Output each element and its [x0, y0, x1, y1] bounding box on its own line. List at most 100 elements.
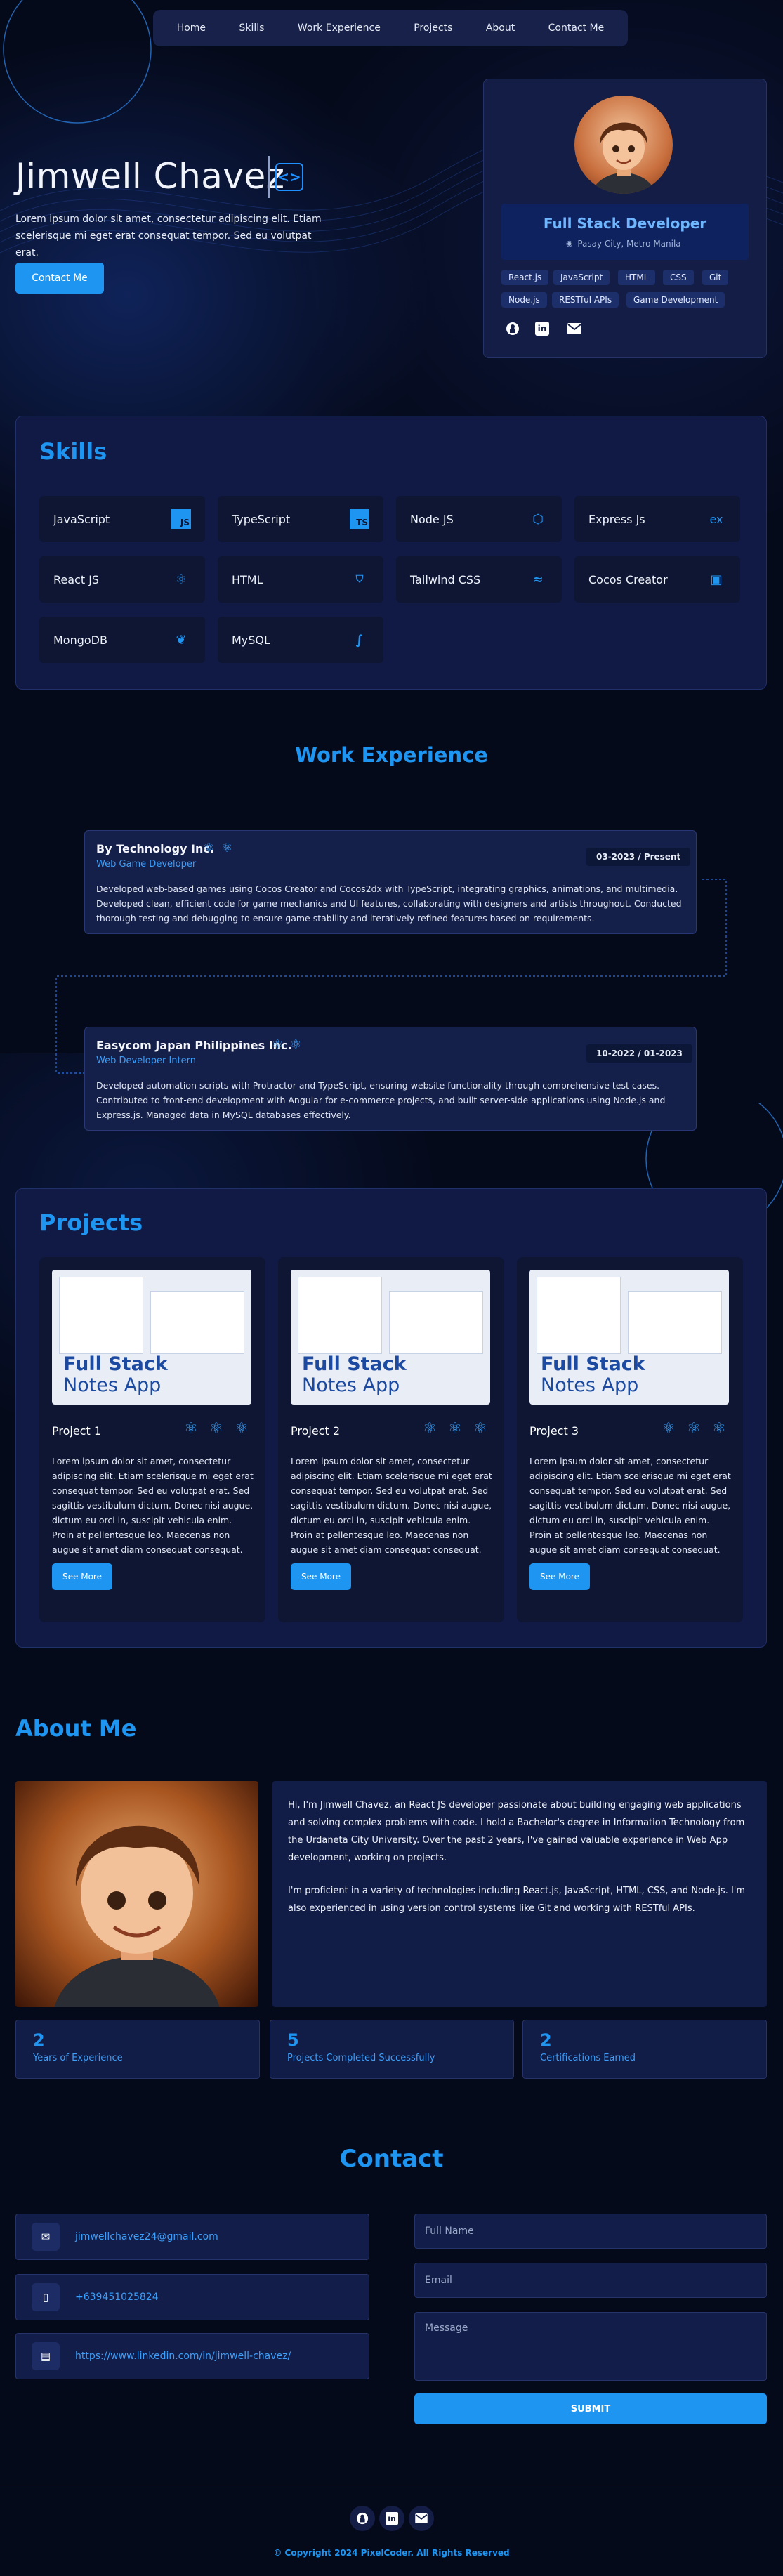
- skill-tailwindcss: Tailwind CSS ≈: [396, 556, 562, 603]
- project-description: Lorem ipsum dolor sit amet, consectetur …: [291, 1456, 492, 1555]
- react-icon: ⚛: [662, 1420, 676, 1438]
- project-screenshot: Full Stack Notes App: [529, 1270, 729, 1405]
- github-icon[interactable]: [504, 320, 521, 337]
- react-icon: ⚛: [175, 572, 187, 587]
- profile-title-box: [501, 204, 749, 260]
- skills-title: Skills: [39, 438, 107, 465]
- stat-label: Projects Completed Successfully: [287, 2053, 435, 2063]
- id-card-icon: ▤: [32, 2342, 60, 2370]
- project-screenshot: Full Stack Notes App: [291, 1270, 490, 1405]
- react-icon: ⚛: [473, 1420, 487, 1438]
- stat-label: Years of Experience: [33, 2053, 123, 2063]
- react-icon: ⚛: [235, 1420, 249, 1438]
- tailwind-icon: ≈: [532, 572, 544, 587]
- envelope-icon: ✉: [32, 2223, 60, 2251]
- footer-copyright: © Copyright 2024 PixelCoder. All Rights …: [273, 2548, 510, 2558]
- github-icon[interactable]: [350, 2506, 375, 2531]
- skill-label: JavaScript: [53, 512, 110, 526]
- project-description: Lorem ipsum dolor sit amet, consectetur …: [52, 1456, 254, 1555]
- avatar: [574, 96, 673, 194]
- stat-projects: 5 Projects Completed Successfully: [270, 2020, 514, 2079]
- tag-game-development: Game Development: [626, 292, 725, 308]
- contact-email[interactable]: ✉ jimwellchavez24@gmail.com: [15, 2214, 369, 2260]
- react-icon: ⚛: [712, 1420, 726, 1438]
- about-title: About Me: [15, 1715, 137, 1742]
- mysql-dolphin-icon: ∫: [355, 632, 364, 648]
- profile-location: Pasay City, Metro Manila: [577, 239, 681, 249]
- message-field[interactable]: Message: [414, 2312, 767, 2381]
- stat-number: 2: [540, 2030, 552, 2050]
- hero-name: Jimwell Chavez: [15, 156, 285, 197]
- skill-label: Node JS: [410, 512, 454, 526]
- submit-button[interactable]: SUBMIT: [414, 2393, 767, 2424]
- project-title: Project 3: [529, 1424, 579, 1438]
- contact-email-value[interactable]: jimwellchavez24@gmail.com: [75, 2231, 218, 2242]
- email-icon[interactable]: [566, 320, 583, 337]
- nav-about[interactable]: About: [486, 22, 515, 34]
- job-company: Easycom Japan Philippines Inc.: [96, 1039, 292, 1052]
- contact-linkedin-value[interactable]: https://www.linkedin.com/in/jimwell-chav…: [75, 2351, 291, 2362]
- contact-phone-value[interactable]: +639451025824: [75, 2292, 159, 2303]
- stat-years: 2 Years of Experience: [15, 2020, 260, 2079]
- nav-contact-me[interactable]: Contact Me: [548, 22, 605, 34]
- nav-projects[interactable]: Projects: [414, 22, 452, 34]
- job-company: By Technology Inc.: [96, 842, 214, 855]
- project-shot-title: Full Stack: [63, 1353, 168, 1375]
- full-name-field[interactable]: Full Name: [414, 2214, 767, 2249]
- tag-nodejs: Node.js: [501, 292, 547, 308]
- job-description: Developed automation scripts with Protra…: [96, 1080, 666, 1120]
- hero-divider: [268, 156, 270, 198]
- stat-label: Certifications Earned: [540, 2053, 636, 2063]
- react-icon: ⚛: [423, 1420, 437, 1438]
- tag-restful-apis: RESTful APIs: [552, 292, 619, 308]
- nav-work-experience[interactable]: Work Experience: [298, 22, 381, 34]
- linkedin-icon[interactable]: in: [535, 322, 549, 336]
- react-icon: ⚛: [221, 841, 233, 855]
- job-date: 03-2023 / Present: [586, 848, 691, 866]
- skill-typescript: TypeScript TS: [218, 496, 383, 542]
- email-icon[interactable]: [409, 2506, 434, 2531]
- typescript-icon: TS: [350, 509, 369, 529]
- react-icon: ⚛: [290, 1037, 302, 1052]
- react-icon: ⚛: [272, 1037, 284, 1052]
- react-icon: ⚛: [448, 1420, 462, 1438]
- react-icon: ⚛: [687, 1420, 701, 1438]
- job-description: Developed web-based games using Cocos Cr…: [96, 883, 682, 924]
- tag-css: CSS: [663, 270, 694, 285]
- project-shot-title: Full Stack: [541, 1353, 645, 1375]
- contact-linkedin[interactable]: ▤ https://www.linkedin.com/in/jimwell-cha…: [15, 2333, 369, 2379]
- skill-label: MongoDB: [53, 633, 107, 647]
- stat-certifications: 2 Certifications Earned: [522, 2020, 767, 2079]
- skill-cocos-creator: Cocos Creator ▣: [574, 556, 740, 603]
- see-more-button[interactable]: See More: [529, 1563, 590, 1590]
- project-shot-title: Full Stack: [302, 1353, 407, 1375]
- nav-skills[interactable]: Skills: [239, 22, 264, 34]
- project-title: Project 1: [52, 1424, 102, 1438]
- contact-title: Contact: [339, 2145, 444, 2173]
- project-card-2: Full Stack Notes App Project 2 ⚛ ⚛ ⚛ Lor…: [278, 1257, 504, 1622]
- linkedin-icon[interactable]: in: [379, 2506, 404, 2531]
- code-icon: <>: [275, 163, 303, 191]
- skill-label: Tailwind CSS: [410, 572, 481, 586]
- see-more-button[interactable]: See More: [291, 1563, 351, 1590]
- skill-expressjs: Express Js ex: [574, 496, 740, 542]
- nav-home[interactable]: Home: [177, 22, 206, 34]
- email-field[interactable]: Email: [414, 2263, 767, 2298]
- see-more-button[interactable]: See More: [52, 1563, 112, 1590]
- project-title: Project 2: [291, 1424, 341, 1438]
- skill-mysql: MySQL ∫: [218, 617, 383, 663]
- nodejs-icon: ⬡: [532, 511, 544, 527]
- react-icon: ⚛: [184, 1420, 198, 1438]
- contact-phone[interactable]: ▯ +639451025824: [15, 2274, 369, 2320]
- skill-label: MySQL: [232, 633, 270, 647]
- skill-label: Express Js: [588, 512, 645, 526]
- react-icon: ⚛: [203, 841, 215, 855]
- skill-nodejs: Node JS ⬡: [396, 496, 562, 542]
- skill-label: TypeScript: [232, 512, 291, 526]
- javascript-icon: JS: [171, 509, 191, 529]
- html5-icon: ⛉: [355, 574, 364, 585]
- skill-label: React JS: [53, 572, 100, 586]
- contact-me-button[interactable]: Contact Me: [15, 263, 104, 294]
- about-text-box: Hi, I'm Jimwell Chavez, an React JS deve…: [272, 1781, 767, 2007]
- stat-number: 5: [287, 2030, 299, 2050]
